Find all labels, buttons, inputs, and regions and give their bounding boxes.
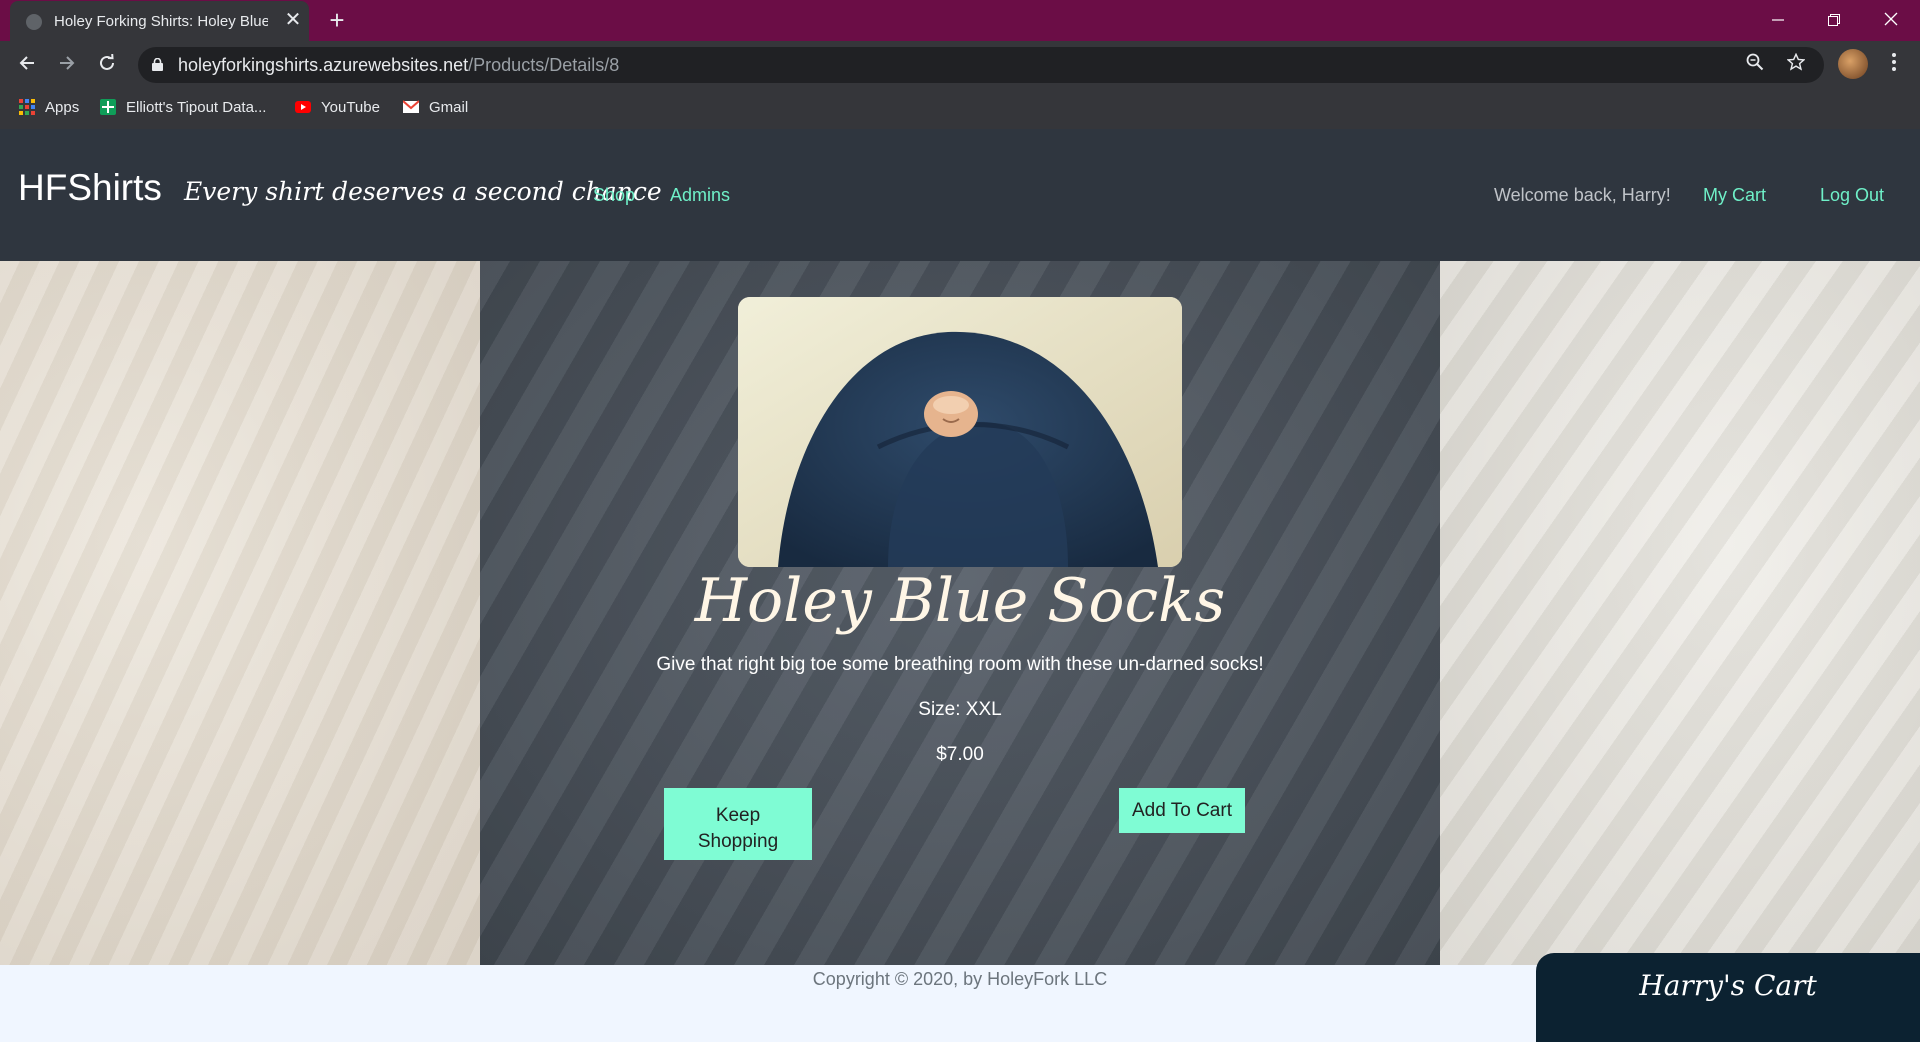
background-texture-right [1440,261,1920,965]
bookmark-label: Gmail [429,99,469,116]
forward-icon[interactable] [51,49,83,81]
back-icon[interactable] [11,49,43,81]
keep-shopping-label-line2: Shopping [697,831,779,852]
lock-icon [152,58,163,71]
bookmark-gmail[interactable]: Gmail [403,97,468,119]
restore-icon[interactable] [1806,0,1862,40]
browser-tab[interactable]: Holey Forking Shirts: Holey Blue Socks ✕ [10,1,309,41]
bookmark-apps[interactable]: Apps [19,97,79,119]
address-bar[interactable]: holeyforkingshirts.azurewebsites.net/Pro… [138,47,1824,83]
welcome-message: Welcome back, Harry! [1494,185,1671,205]
menu-icon[interactable] [1882,49,1906,81]
url-text: holeyforkingshirts.azurewebsites.net/Pro… [178,55,620,75]
log-out-link[interactable]: Log Out [1820,185,1884,206]
site-tagline: Every shirt deserves a second chance [184,177,662,206]
bookmarks-bar: Apps Elliott's Tipout Data... YouTube Gm… [0,91,1920,123]
star-icon[interactable] [1783,52,1809,78]
youtube-icon [295,101,311,113]
nav-admins-link[interactable]: Admins [670,185,730,206]
bookmark-label: YouTube [321,99,380,116]
bookmark-label: Elliott's Tipout Data... [126,99,267,116]
bookmark-tipout-data[interactable]: Elliott's Tipout Data... [100,97,266,119]
cart-drawer-label: Harry's Cart [1639,969,1817,1002]
favicon-icon [26,14,42,30]
background-texture-left [0,261,480,965]
bookmark-youtube[interactable]: YouTube [295,97,380,119]
product-image [738,297,1182,567]
product-title: Holey Blue Socks [694,566,1226,636]
product-description: Give that right big toe some breathing r… [656,654,1264,675]
keep-shopping-label-line1: Keep [715,805,761,826]
close-window-icon[interactable] [1863,0,1919,40]
my-cart-link[interactable]: My Cart [1703,185,1766,206]
sheets-icon [100,99,116,115]
bookmark-label: Apps [45,99,80,116]
gmail-icon [403,100,419,113]
site-logo[interactable]: HFShirts [18,167,162,209]
close-tab-icon[interactable]: ✕ [282,9,304,31]
product-size: Size: XXL [918,699,1002,720]
profile-avatar[interactable] [1838,49,1868,79]
minimize-icon[interactable] [1750,0,1806,40]
product-detail-panel: Holey Blue Socks Give that right big toe… [480,261,1440,965]
browser-tab-bar: Holey Forking Shirts: Holey Blue Socks ✕… [0,0,1920,41]
cart-drawer-tab[interactable]: Harry's Cart [1536,953,1920,1042]
keep-shopping-button[interactable]: Keep Shopping [664,788,812,860]
add-to-cart-button[interactable]: Add To Cart [1119,788,1245,833]
product-price: $7.00 [936,744,984,765]
browser-toolbar: holeyforkingshirts.azurewebsites.net/Pro… [0,41,1920,129]
tab-title: Holey Forking Shirts: Holey Blue Socks [54,13,268,30]
zoom-icon[interactable] [1742,52,1768,78]
reload-icon[interactable] [91,49,123,81]
site-header: HFShirts Every shirt deserves a second c… [0,129,1920,261]
nav-shop-link[interactable]: Shop [593,185,635,206]
apps-grid-icon [19,99,35,115]
new-tab-button[interactable]: + [323,6,351,34]
